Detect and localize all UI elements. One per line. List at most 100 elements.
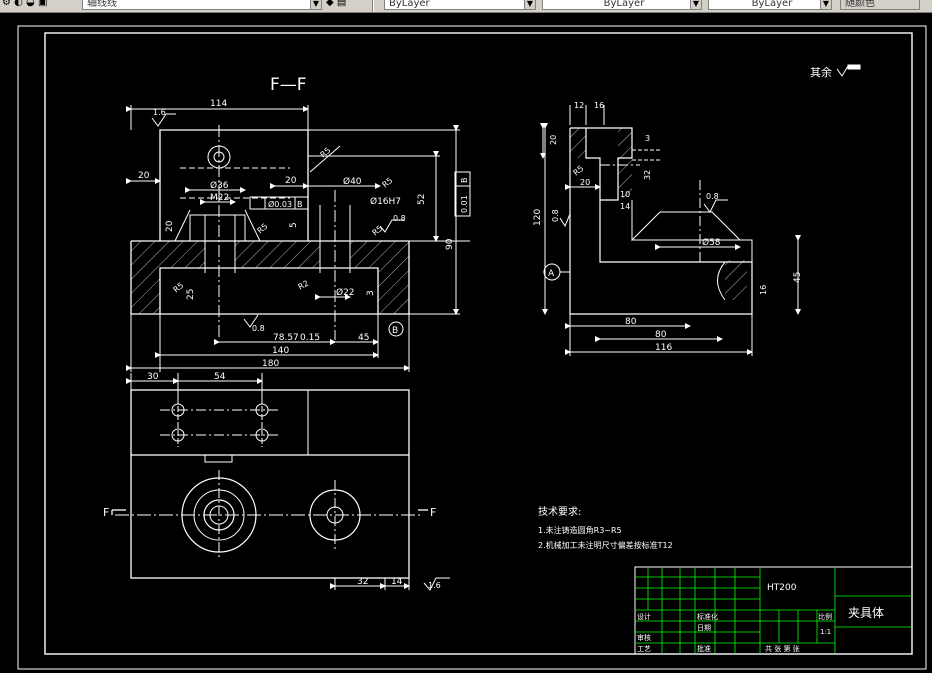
side-dim-20-v: 20	[549, 135, 558, 145]
roughness-note: 其余	[810, 65, 832, 79]
dim-r5-low: R5	[371, 224, 385, 238]
dim-140: 140	[272, 346, 289, 356]
title-block: HT200 夹具体 设计 审核 工艺 标准化 日期 批准 比例 1:1 共 张 …	[634, 566, 913, 655]
color-select-value: ByLayer	[389, 0, 430, 9]
dim-25: 25	[186, 289, 196, 300]
color-dropdown-arrow[interactable]: ▼	[524, 0, 536, 10]
section-label: F—F	[270, 75, 307, 95]
dim-20-vert: 20	[165, 220, 175, 232]
material-value: HT200	[767, 583, 797, 593]
tolerance-datum-b2: B	[460, 178, 469, 184]
outer-frame	[17, 25, 927, 670]
front-section-view: 114 1.6 20 20 R5 Ø36 Ø40 M22 Ø0.03 B Ø16…	[126, 99, 471, 372]
scale-label: 比例	[818, 612, 832, 621]
layer-tools-icon[interactable]: ◆ ▤	[326, 0, 346, 10]
dim-r5-inner: R5	[256, 222, 270, 236]
plotstyle-select[interactable]: 随颜色	[840, 0, 920, 10]
side-dim-14: 14	[620, 202, 630, 211]
top-view: F F 30 54 32 14 1.6	[103, 372, 450, 591]
side-dim-120: 120	[533, 209, 543, 226]
tolerance-0-01: 0.01	[460, 195, 469, 213]
dim-phi40: Ø40	[343, 176, 362, 187]
side-dim-10: 10	[620, 190, 630, 199]
roughness-1-6-top: 1.6	[153, 108, 166, 117]
side-dim-12: 12	[574, 101, 584, 110]
linetype-select-value: ByLayer	[603, 0, 645, 9]
top-dim-30: 30	[147, 372, 159, 382]
dim-78-57: 78.57	[273, 333, 299, 343]
side-dim-phi58: Ø58	[702, 237, 721, 248]
date-label: 日期	[697, 624, 711, 632]
tolerance-phi003: Ø0.03	[268, 199, 292, 209]
standardize-label: 标准化	[697, 612, 718, 621]
color-select[interactable]: ByLayer	[384, 0, 536, 10]
tech-note-2: 2.机械加工未注明尺寸偏差按标准T12	[538, 540, 673, 550]
side-dim-20-h: 20	[580, 178, 590, 187]
dim-0-15: 0.15	[300, 333, 320, 343]
dim-20-right: 20	[285, 176, 297, 186]
side-view: 12 16 20 3 R5 20 10 14 32 120 0.8 0.8 Ø5…	[533, 101, 803, 356]
sheets-label: 共 张 第 张	[765, 644, 800, 653]
side-dim-80-upper: 80	[625, 317, 637, 327]
layer-select-value: 轴线线	[87, 0, 117, 9]
dim-180: 180	[262, 359, 279, 369]
dim-r5-top: R5	[319, 146, 333, 160]
dim-m22: M22	[210, 193, 229, 203]
side-roughness-0-8-top: 0.8	[706, 192, 719, 201]
side-dim-32: 32	[643, 170, 652, 180]
lineweight-dropdown-arrow[interactable]: ▼	[820, 0, 832, 10]
dim-phi36: Ø36	[210, 180, 229, 191]
side-dim-116: 116	[655, 343, 672, 353]
process-label: 工艺	[637, 645, 651, 653]
inner-frame	[44, 32, 913, 655]
layer-select[interactable]: 轴线线	[82, 0, 322, 10]
properties-toolbar: ⚙ ◐ ◒ ▣ 轴线线 ▼ ◆ ▤ ByLayer ▼ ByLayer ▼ By…	[0, 0, 932, 13]
dim-114: 114	[210, 99, 227, 109]
view-marker-f-left: F	[103, 506, 109, 519]
design-label: 设计	[637, 612, 651, 621]
linetype-dropdown-arrow[interactable]: ▼	[690, 0, 702, 10]
toolbar-separator	[372, 0, 374, 12]
lineweight-select[interactable]: ByLayer	[708, 0, 832, 10]
linetype-select[interactable]: ByLayer	[542, 0, 702, 10]
layer-dropdown-arrow[interactable]: ▼	[310, 0, 322, 10]
dim-5: 5	[289, 222, 299, 228]
dim-r5-mid: R5	[381, 176, 395, 190]
approve-label: 批准	[697, 644, 711, 653]
part-name: 夹具体	[848, 606, 884, 620]
top-dim-14: 14	[391, 577, 403, 587]
roughness-0-8-right: 0.8	[393, 214, 406, 223]
datum-b-circle: B	[392, 326, 398, 336]
review-label: 审核	[637, 633, 651, 642]
dim-45: 45	[358, 333, 369, 343]
top-roughness-1-6: 1.6	[428, 581, 441, 590]
layer-state-icon[interactable]: ⚙ ◐ ◒ ▣	[2, 0, 47, 10]
roughness-0-8-bottom: 0.8	[252, 324, 265, 333]
dim-52: 52	[417, 194, 427, 205]
roughness-symbol-icon	[836, 64, 861, 77]
side-dim-80-lower: 80	[655, 330, 667, 340]
top-dim-32: 32	[357, 577, 368, 587]
side-roughness-0-8-left: 0.8	[551, 209, 560, 222]
dim-phi22: Ø22	[336, 287, 355, 298]
tolerance-datum-b: B	[297, 200, 303, 209]
technical-requirements: 技术要求: 1.未注铸造圆角R3~R5 2.机械加工未注明尺寸偏差按标准T12	[538, 505, 673, 550]
lineweight-select-value: ByLayer	[751, 0, 793, 9]
datum-a-circle: A	[548, 269, 555, 279]
dim-3: 3	[366, 290, 376, 296]
drawing-canvas[interactable]: F—F 其余 114 1.6 20 20 R5 Ø36 Ø40 M22 Ø0.0…	[0, 13, 932, 673]
view-marker-f-right: F	[430, 506, 436, 519]
tech-note-1: 1.未注铸造圆角R3~R5	[538, 525, 622, 535]
dim-20-left: 20	[138, 171, 150, 181]
dim-phi16h7: Ø16H7	[370, 196, 401, 207]
dim-90: 90	[445, 238, 455, 250]
side-dim-45: 45	[793, 272, 803, 283]
side-dim-3: 3	[645, 134, 650, 143]
side-dim-r5: R5	[572, 164, 586, 178]
side-dim-16-v: 16	[759, 285, 768, 295]
side-dim-16: 16	[594, 101, 604, 110]
tech-title: 技术要求:	[538, 505, 581, 518]
scale-value: 1:1	[820, 628, 831, 636]
top-dim-54: 54	[214, 372, 226, 382]
plotstyle-select-value: 随颜色	[845, 0, 875, 9]
